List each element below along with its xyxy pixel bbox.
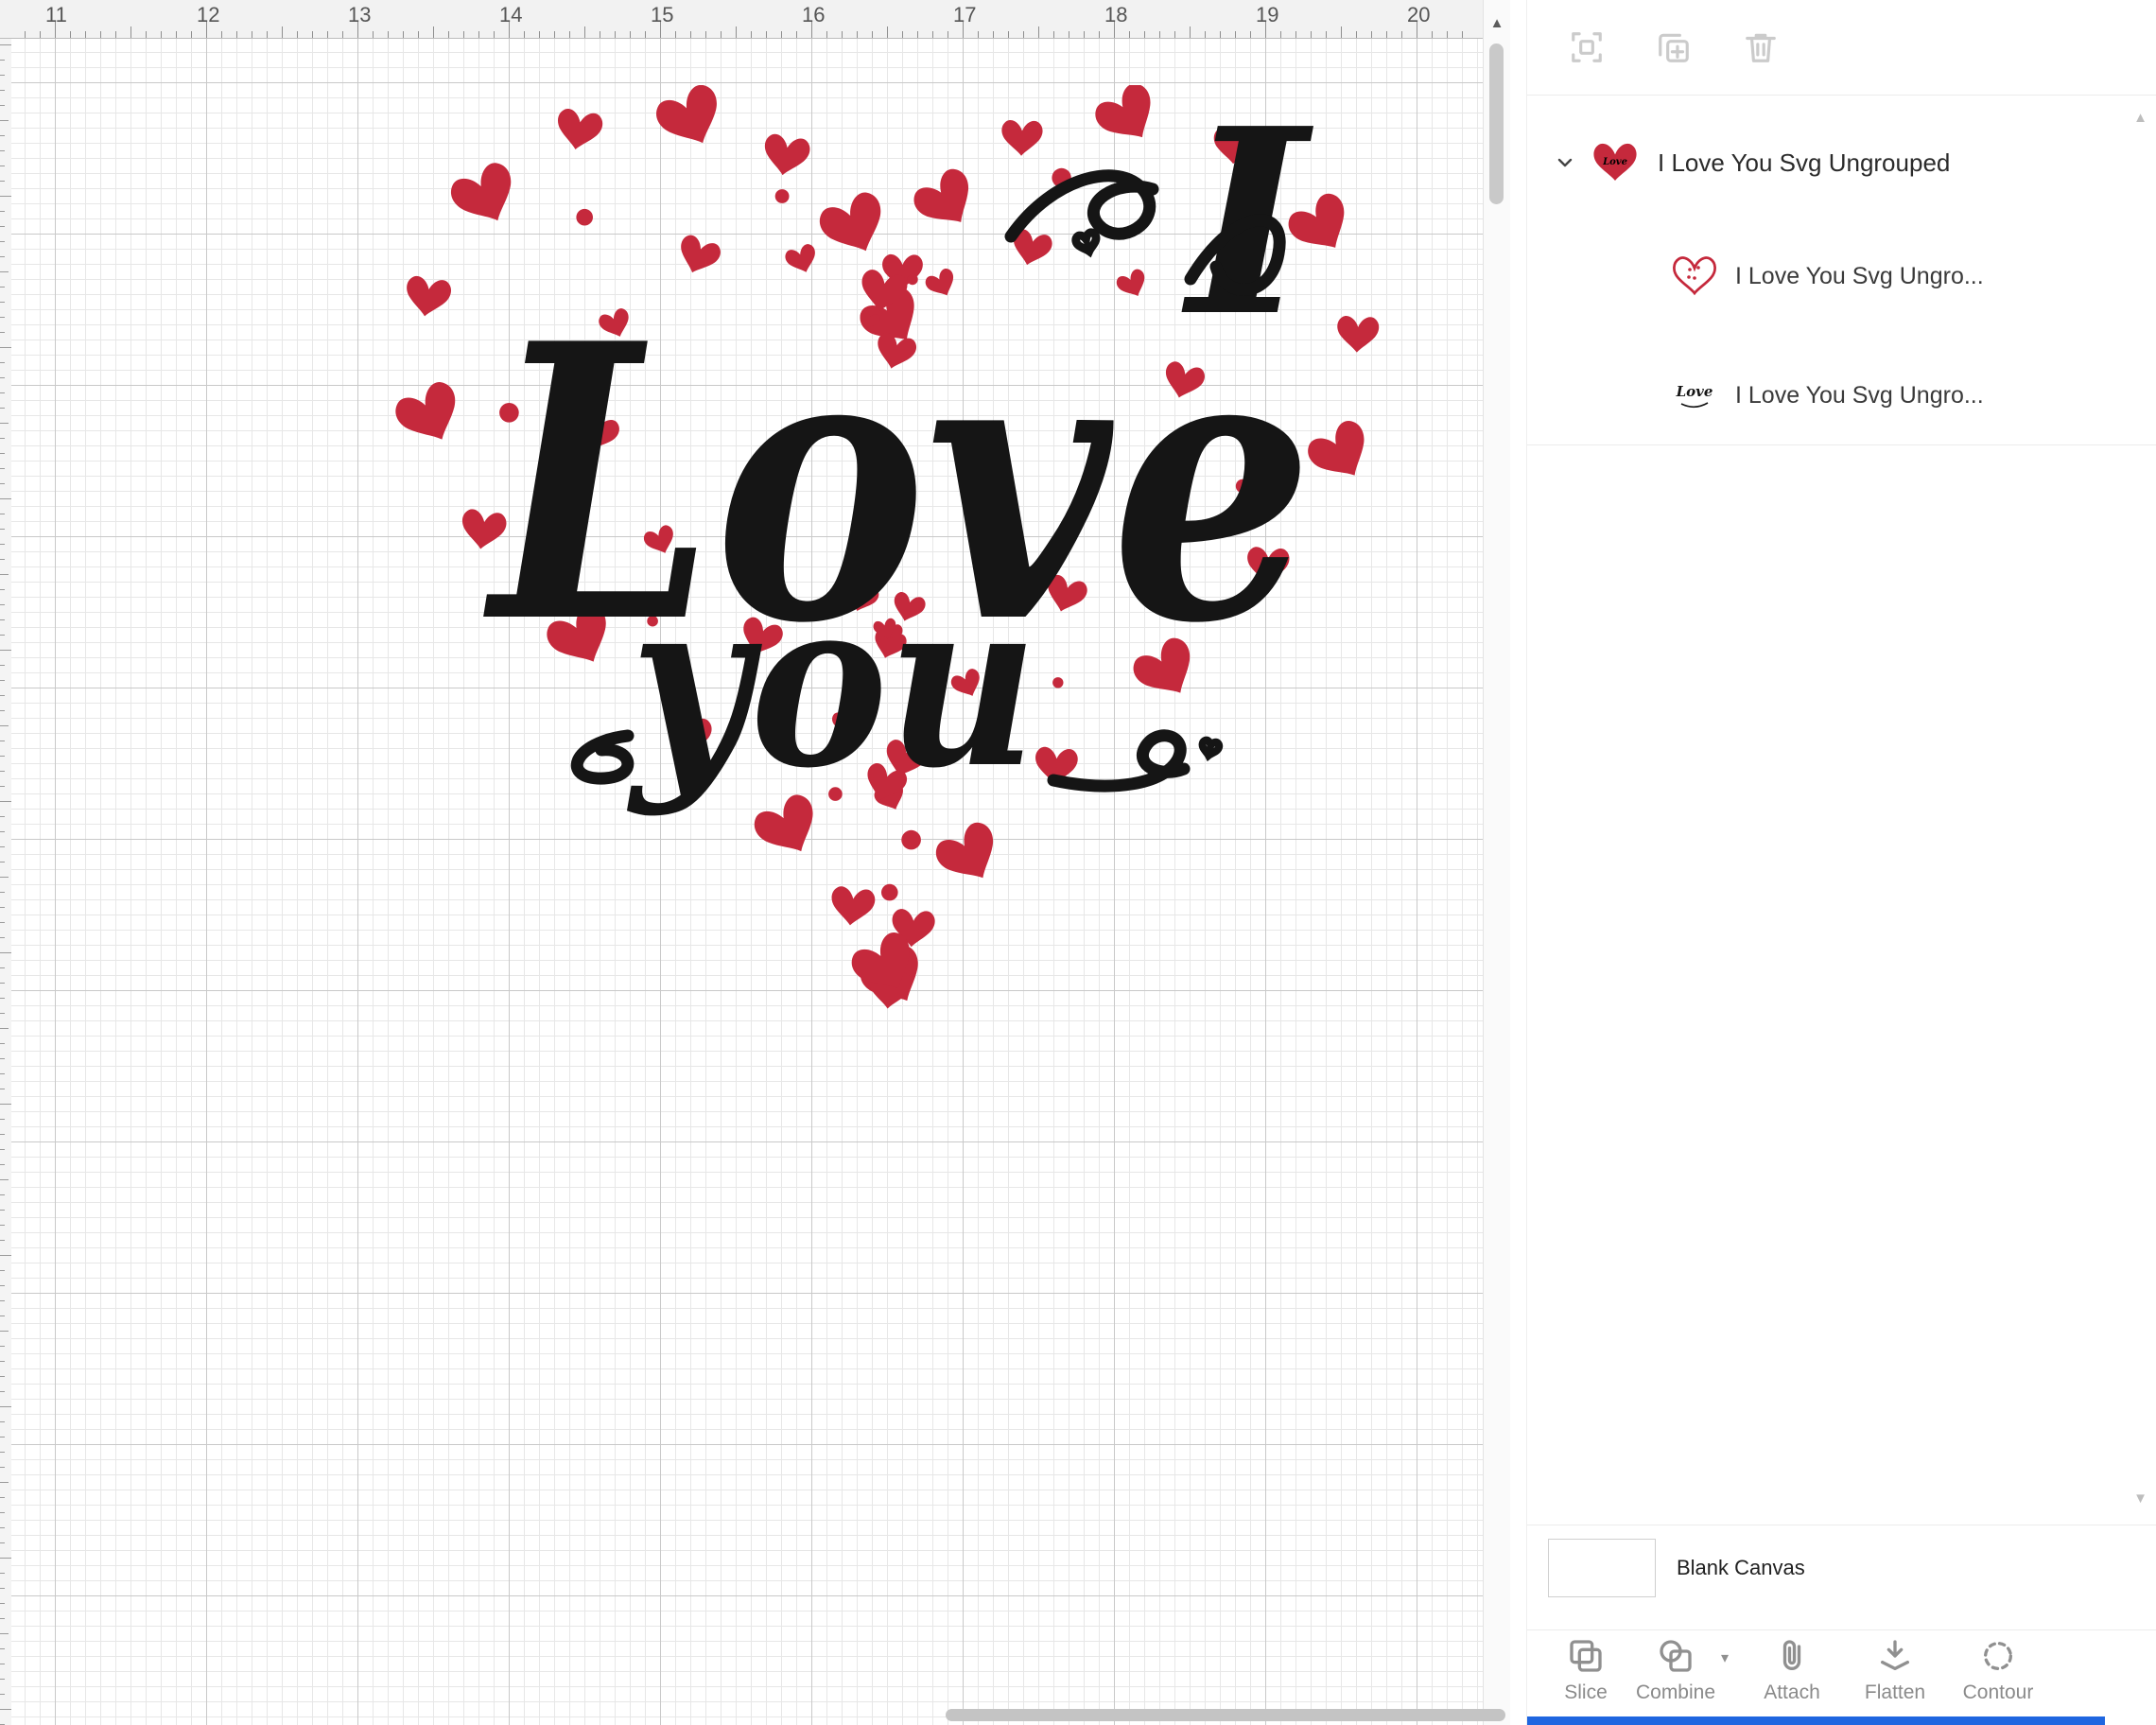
flatten-button[interactable]: Flatten (1850, 1637, 1940, 1704)
combine-icon (1660, 1640, 1692, 1672)
duplicate-button[interactable] (1656, 29, 1692, 65)
panel-scroll-up-icon[interactable]: ▲ (2133, 110, 2147, 126)
blank-canvas-label: Blank Canvas (1677, 1556, 1805, 1579)
layer-row-child-2[interactable]: Love I Love You Svg Ungro... (1527, 352, 2132, 439)
combine-label: Combine (1635, 1681, 1716, 1703)
delete-button[interactable] (1743, 29, 1779, 65)
layer-row-child-1[interactable]: I Love You Svg Ungro... (1527, 233, 2132, 320)
contour-icon (1984, 1642, 2012, 1670)
svg-text:Love: Love (1676, 383, 1713, 400)
slice-icon (1570, 1640, 1602, 1672)
contour-button[interactable]: Contour (1953, 1637, 2043, 1704)
layers-panel-toolbar (1527, 0, 2156, 95)
panel-bottom-accent-bar (1527, 1716, 2105, 1725)
duplicate-icon (1659, 33, 1689, 62)
layer-label: I Love You Svg Ungrouped (1658, 148, 1951, 177)
flatten-label: Flatten (1864, 1681, 1926, 1703)
vertical-ruler (0, 39, 11, 1725)
chevron-down-icon[interactable] (1554, 151, 1576, 174)
flatten-icon (1881, 1640, 1909, 1670)
paperclip-icon (1782, 1640, 1801, 1670)
attach-label: Attach (1764, 1681, 1820, 1703)
trash-icon (1746, 33, 1776, 62)
love-you-heart-artwork[interactable]: LoveyouI (391, 85, 1389, 1029)
layer-label: I Love You Svg Ungro... (1735, 381, 1984, 409)
svg-text:Love: Love (1602, 157, 1627, 167)
scroll-up-icon[interactable]: ▲ (1484, 0, 1510, 31)
blank-canvas-swatch[interactable] (1548, 1539, 1656, 1597)
group-icon (1572, 32, 1602, 62)
layer-list-divider (1527, 444, 2156, 445)
design-canvas[interactable]: 11 12 13 14 15 16 17 18 19 20 Love you I ▲ (0, 0, 1510, 1725)
group-button[interactable] (1569, 29, 1605, 65)
layers-panel: Love I Love You Svg Ungrouped I Love You… (1526, 0, 2156, 1725)
panel-scroll-down-icon[interactable]: ▼ (2133, 1490, 2147, 1507)
slice-label: Slice (1564, 1681, 1608, 1703)
layer-thumbnail-group: Love (1593, 143, 1637, 181)
layer-row-root[interactable]: Love I Love You Svg Ungrouped (1527, 121, 2132, 204)
layer-thumbnail-text: Love (1676, 383, 1713, 409)
layer-thumbnail-heart (1673, 256, 1716, 295)
contour-label: Contour (1962, 1681, 2034, 1703)
combine-dropdown-caret-icon[interactable]: ▾ (1721, 1648, 1729, 1667)
horizontal-ruler: 11 12 13 14 15 16 17 18 19 20 (0, 0, 1483, 39)
attach-button[interactable]: Attach (1747, 1637, 1837, 1704)
panel-divider-top (1527, 95, 2156, 96)
canvas-vertical-scrollbar[interactable]: ▲ (1483, 0, 1510, 1725)
combine-button[interactable]: ▾ Combine (1630, 1637, 1729, 1704)
layer-label: I Love You Svg Ungro... (1735, 262, 1984, 289)
canvas-horizontal-scrollbar-thumb[interactable] (946, 1709, 1505, 1721)
toolbar-divider (1527, 1629, 2156, 1630)
svg-text:you: you (627, 547, 1037, 819)
vertical-scrollbar-thumb[interactable] (1489, 44, 1504, 204)
slice-button[interactable]: Slice (1540, 1637, 1631, 1704)
